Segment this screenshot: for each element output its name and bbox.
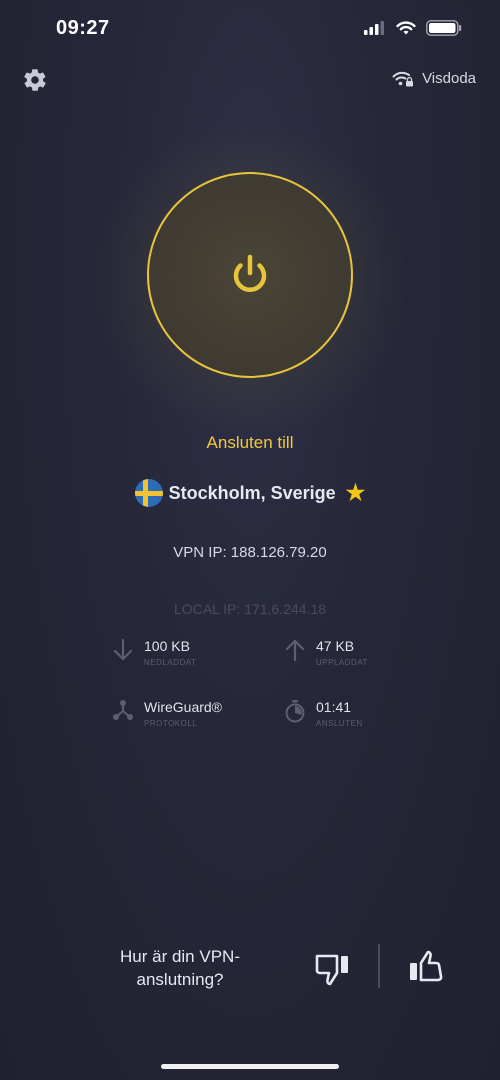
location-selector[interactable]: Stockholm, Sverige ★	[0, 479, 500, 507]
thumbs-up-icon[interactable]	[406, 948, 446, 988]
upload-stat: 47 KB UPPLADDAT	[284, 638, 368, 667]
status-time: 09:27	[56, 17, 110, 39]
duration-stat: 01:41 ANSLUTEN	[284, 699, 363, 728]
signal-icon	[364, 21, 384, 35]
duration-label: ANSLUTEN	[316, 719, 363, 728]
vpn-ip: VPN IP: 188.126.79.20	[173, 544, 327, 561]
protocol-nodes-icon	[113, 700, 133, 720]
power-button[interactable]	[147, 172, 353, 378]
timer-icon	[285, 700, 305, 723]
feedback-divider	[378, 944, 380, 988]
wifi-icon	[396, 20, 416, 34]
arrow-down-icon	[113, 638, 133, 661]
protocol-value: WireGuard®	[144, 699, 222, 715]
location-name: Stockholm, Sverige	[168, 482, 336, 503]
network-name: Visdoda	[422, 70, 476, 87]
home-indicator	[161, 1064, 339, 1069]
duration-value: 01:41	[316, 699, 352, 715]
sweden-flag-icon	[134, 479, 163, 507]
upload-label: UPPLADDAT	[316, 658, 368, 667]
upload-value: 47 KB	[316, 638, 355, 654]
protocol-label: PROTOKOLL	[144, 719, 198, 728]
download-label: NEDLADDAT	[144, 658, 197, 667]
network-indicator[interactable]: Visdoda	[392, 70, 476, 87]
feedback-question: Hur är din VPN-anslutning?	[120, 947, 240, 989]
battery-icon	[426, 20, 462, 36]
power-icon	[233, 254, 267, 293]
connection-status-label: Ansluten till	[206, 433, 294, 452]
download-value: 100 KB	[144, 638, 190, 654]
protocol-stat: WireGuard® PROTOKOLL	[112, 699, 222, 728]
thumbs-down-icon[interactable]	[312, 948, 352, 988]
settings-gear-icon[interactable]	[22, 67, 48, 93]
local-ip: LOCAL IP: 171.6.244.18	[173, 601, 327, 617]
status-icons	[364, 20, 462, 36]
wifi-lock-icon	[392, 71, 414, 86]
arrow-up-icon	[285, 639, 305, 662]
favorite-star-icon[interactable]: ★	[346, 480, 366, 506]
download-stat: 100 KB NEDLADDAT	[112, 638, 196, 667]
